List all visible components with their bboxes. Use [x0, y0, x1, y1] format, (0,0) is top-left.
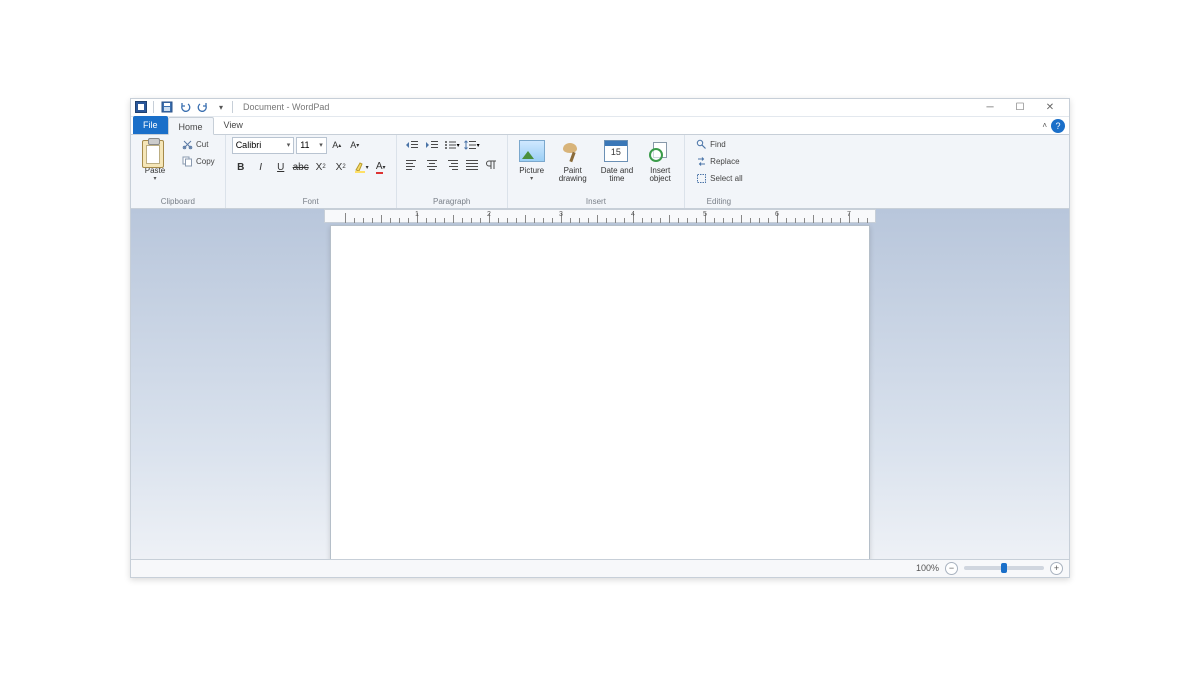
tab-view[interactable]: View — [214, 116, 253, 134]
superscript-button[interactable]: X2 — [332, 159, 350, 176]
datetime-icon — [604, 140, 628, 162]
align-right-button[interactable] — [443, 157, 461, 174]
replace-button[interactable]: Replace — [691, 154, 746, 170]
group-paragraph: ▾ ▾ Paragraph — [397, 135, 508, 208]
group-label-insert: Insert — [514, 196, 678, 206]
underline-button[interactable]: U — [272, 159, 290, 176]
group-editing: Find Replace Select all Editing — [685, 135, 752, 208]
redo-icon[interactable] — [196, 100, 210, 114]
font-size-combo[interactable]: 11▾ — [296, 137, 327, 154]
paste-label: Paste — [145, 167, 165, 175]
font-color-button[interactable]: A▾ — [372, 159, 390, 176]
document-area: 1234567 — [131, 209, 1069, 559]
picture-label: Picture — [519, 167, 544, 175]
qat-customize-icon[interactable]: ▾ — [214, 100, 228, 114]
zoom-in-button[interactable]: + — [1050, 562, 1063, 575]
group-label-paragraph: Paragraph — [403, 196, 501, 206]
decrease-indent-button[interactable] — [403, 137, 421, 154]
shrink-font-button[interactable]: A▾ — [347, 138, 363, 153]
find-button[interactable]: Find — [691, 137, 746, 153]
align-center-button[interactable] — [423, 157, 441, 174]
paint-label: Paint drawing — [559, 167, 587, 184]
zoom-out-button[interactable]: − — [945, 562, 958, 575]
picture-icon — [519, 140, 545, 162]
paragraph-dialog-button[interactable] — [483, 157, 501, 174]
minimize-button[interactable]: ─ — [975, 98, 1005, 116]
close-button[interactable]: ✕ — [1035, 98, 1065, 116]
select-all-button[interactable]: Select all — [691, 171, 746, 187]
replace-label: Replace — [710, 157, 739, 166]
document-page[interactable] — [330, 225, 870, 559]
quick-access-toolbar: ▾ — [135, 100, 228, 114]
datetime-label: Date and time — [601, 167, 633, 184]
bullets-button[interactable]: ▾ — [443, 137, 461, 154]
find-label: Find — [710, 140, 726, 149]
group-label-editing: Editing — [691, 196, 746, 206]
highlight-button[interactable]: ▾ — [352, 159, 370, 176]
undo-icon[interactable] — [178, 100, 192, 114]
cut-button[interactable]: Cut — [177, 137, 219, 153]
select-all-label: Select all — [710, 174, 742, 183]
grow-font-button[interactable]: A▴ — [329, 138, 345, 153]
font-family-value: Calibri — [236, 140, 284, 150]
copy-label: Copy — [196, 157, 215, 166]
window-title: Document - WordPad — [243, 102, 329, 112]
increase-indent-button[interactable] — [423, 137, 441, 154]
group-font: Calibri▾ 11▾ A▴ A▾ B I U abc X2 X2 ▾ A▾ … — [226, 135, 397, 208]
window-controls: ─ ☐ ✕ — [975, 98, 1065, 116]
italic-button[interactable]: I — [252, 159, 270, 176]
tab-home[interactable]: Home — [168, 117, 214, 135]
ribbon: Paste ▾ Cut Copy Clipboard — [131, 135, 1069, 209]
replace-icon — [695, 156, 707, 168]
save-icon[interactable] — [160, 100, 174, 114]
maximize-button[interactable]: ☐ — [1005, 98, 1035, 116]
title-separator — [232, 101, 233, 113]
ribbon-tabs: File Home View ˄ ? — [131, 117, 1069, 135]
app-icon[interactable] — [135, 101, 147, 113]
wordpad-window: ▾ Document - WordPad ─ ☐ ✕ File Home Vie… — [130, 98, 1070, 578]
horizontal-ruler[interactable]: 1234567 — [324, 209, 876, 223]
title-bar: ▾ Document - WordPad ─ ☐ ✕ — [131, 99, 1069, 117]
insert-object-button[interactable]: Insert object — [642, 137, 678, 193]
align-justify-button[interactable] — [463, 157, 481, 174]
paste-icon — [142, 140, 164, 168]
group-insert: Picture ▾ Paint drawing Date and time In… — [508, 135, 685, 208]
paint-drawing-button[interactable]: Paint drawing — [554, 137, 592, 193]
group-clipboard: Paste ▾ Cut Copy Clipboard — [131, 135, 226, 208]
select-all-icon — [695, 173, 707, 185]
copy-icon — [181, 156, 193, 168]
picture-button[interactable]: Picture ▾ — [514, 137, 550, 193]
zoom-level: 100% — [916, 563, 939, 573]
group-label-font: Font — [232, 196, 390, 206]
paste-button[interactable]: Paste ▾ — [137, 137, 173, 193]
strikethrough-button[interactable]: abc — [292, 159, 310, 176]
bold-button[interactable]: B — [232, 159, 250, 176]
copy-button[interactable]: Copy — [177, 154, 219, 170]
line-spacing-button[interactable]: ▾ — [463, 137, 481, 154]
font-family-combo[interactable]: Calibri▾ — [232, 137, 295, 154]
status-bar: 100% − + — [131, 559, 1069, 577]
qat-separator — [153, 101, 154, 113]
ribbon-collapse-icon[interactable]: ˄ — [1042, 121, 1047, 130]
paint-icon — [560, 140, 584, 164]
zoom-slider-thumb[interactable] — [1001, 563, 1007, 573]
font-size-value: 11 — [300, 140, 316, 150]
object-icon — [647, 140, 671, 162]
tab-file[interactable]: File — [133, 116, 168, 134]
datetime-button[interactable]: Date and time — [596, 137, 638, 193]
group-label-clipboard: Clipboard — [137, 196, 219, 206]
find-icon — [695, 139, 707, 151]
zoom-slider[interactable] — [964, 566, 1044, 570]
subscript-button[interactable]: X2 — [312, 159, 330, 176]
align-left-button[interactable] — [403, 157, 421, 174]
help-icon[interactable]: ? — [1051, 119, 1065, 133]
object-label: Insert object — [649, 167, 670, 184]
cut-icon — [181, 139, 193, 151]
cut-label: Cut — [196, 140, 208, 149]
